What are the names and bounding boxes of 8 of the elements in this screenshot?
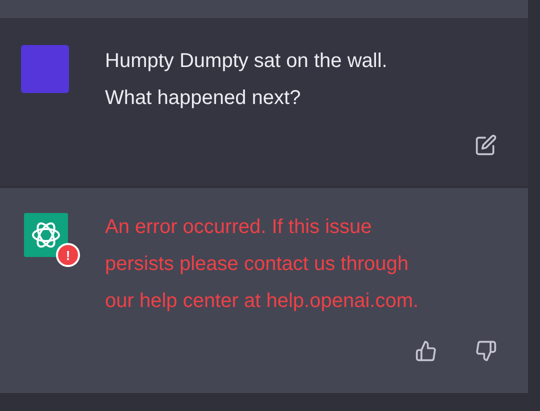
message-text: Humpty Dumpty sat on the wall. What happened next? (105, 49, 388, 111)
edit-icon[interactable] (475, 134, 497, 156)
user-avatar (21, 45, 69, 93)
message-text: An error occurred. If this issue persists please contact us through our help center at help.openai.com. (105, 215, 420, 314)
thumbs-up-icon[interactable] (415, 340, 437, 362)
thumbs-down-icon[interactable] (475, 340, 497, 362)
knot-icon (24, 213, 68, 257)
error-badge: ! (56, 243, 80, 267)
